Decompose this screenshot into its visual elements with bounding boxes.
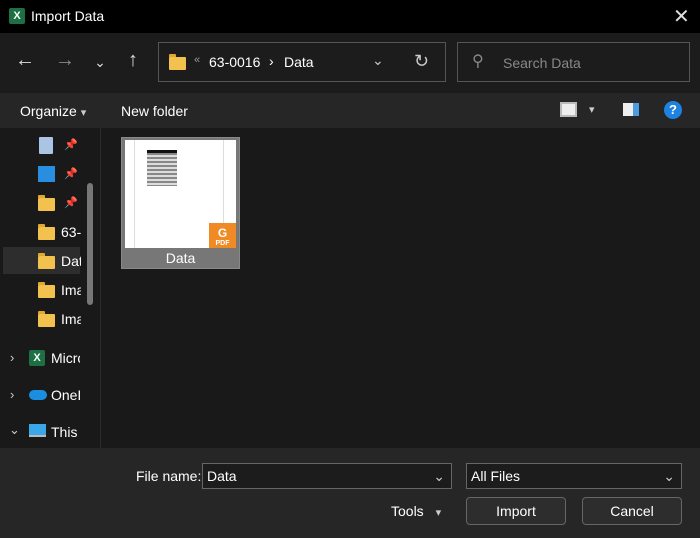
sidebar-item-label: This PC bbox=[51, 424, 80, 440]
sidebar-item-label: OneDrive bbox=[51, 387, 80, 403]
search-icon: ⚲ bbox=[472, 53, 484, 70]
excel-icon: X bbox=[9, 8, 25, 24]
file-item-data[interactable]: G PDF Data bbox=[121, 137, 240, 269]
excel-icon: X bbox=[29, 350, 45, 366]
sidebar-item-label: Microsoft Excel bbox=[51, 350, 80, 366]
preview-pane-icon[interactable] bbox=[623, 103, 639, 116]
address-bar[interactable]: « 63-0016 › Data ⌄ ↻ bbox=[158, 42, 446, 82]
new-folder-button[interactable]: New folder bbox=[121, 103, 188, 119]
chevron-down-icon[interactable]: ⌄ bbox=[433, 464, 445, 488]
recent-locations-chevron-icon[interactable]: ⌄ bbox=[86, 54, 114, 71]
organize-button[interactable]: Organize ▾ bbox=[20, 103, 86, 119]
folder-icon[interactable] bbox=[38, 195, 55, 211]
sidebar-item-images[interactable]: Images bbox=[0, 276, 81, 305]
navigation-pane: 📌 📌 📌 63-0016 Data Images Images › X Mic… bbox=[0, 128, 100, 448]
sidebar-item-label: 63-0016 bbox=[61, 224, 81, 240]
sidebar-item-data[interactable]: Data bbox=[3, 247, 81, 274]
file-name: Data bbox=[165, 250, 196, 266]
breadcrumb-separator[interactable]: › bbox=[269, 53, 274, 69]
pin-icon: 📌 bbox=[64, 139, 78, 151]
caret-down-icon: ▾ bbox=[435, 507, 442, 519]
refresh-icon[interactable]: ↻ bbox=[414, 51, 429, 72]
file-name-label: File name: bbox=[136, 468, 202, 484]
sidebar-group-this-pc[interactable]: ⌄ This PC bbox=[0, 418, 80, 446]
folder-icon bbox=[38, 311, 55, 327]
pc-icon bbox=[29, 424, 46, 437]
pin-icon: 📌 bbox=[64, 197, 78, 209]
sidebar-item-label: Images bbox=[61, 282, 81, 298]
breadcrumb-overflow[interactable]: « bbox=[194, 54, 200, 66]
file-name-value: Data bbox=[207, 468, 237, 484]
window-title: Import Data bbox=[31, 8, 105, 24]
folder-icon bbox=[38, 253, 55, 269]
sidebar-item-label: Images bbox=[61, 311, 81, 327]
close-icon[interactable]: ✕ bbox=[673, 4, 690, 29]
view-options-icon[interactable] bbox=[560, 102, 577, 117]
pdf-thumbnail: G PDF bbox=[125, 140, 236, 248]
sidebar-item-63-0016[interactable]: 63-0016 bbox=[0, 218, 81, 247]
address-dropdown-icon[interactable]: ⌄ bbox=[372, 52, 384, 69]
foxit-pdf-icon: G PDF bbox=[209, 223, 236, 248]
back-icon[interactable]: ← bbox=[11, 49, 39, 72]
sidebar-scrollbar[interactable] bbox=[87, 183, 93, 305]
chevron-right-icon[interactable]: › bbox=[10, 350, 14, 365]
folder-icon bbox=[38, 282, 55, 298]
import-button[interactable]: Import bbox=[466, 497, 566, 525]
up-icon[interactable]: ↑ bbox=[119, 49, 147, 72]
pin-icon: 📌 bbox=[64, 168, 78, 180]
sidebar-item-label: Data bbox=[61, 253, 81, 269]
navigation-bar: ← → ⌄ ↑ « 63-0016 › Data ⌄ ↻ ⚲ Search Da… bbox=[0, 33, 700, 93]
breadcrumb-parent[interactable]: 63-0016 bbox=[209, 54, 260, 70]
sidebar-item-images-2[interactable]: Images bbox=[0, 305, 81, 334]
onedrive-icon bbox=[29, 390, 47, 400]
help-icon[interactable]: ? bbox=[664, 101, 682, 119]
folder-icon bbox=[169, 54, 186, 70]
file-name-input[interactable]: Data ⌄ bbox=[202, 463, 452, 489]
footer: File name: Data ⌄ All Files ⌄ Tools ▾ Im… bbox=[0, 448, 700, 538]
folder-icon bbox=[38, 224, 55, 240]
view-dropdown-icon[interactable]: ▾ bbox=[589, 103, 595, 116]
breadcrumb-current[interactable]: Data bbox=[284, 54, 314, 70]
chevron-down-icon[interactable]: ⌄ bbox=[9, 422, 20, 438]
sidebar-group-onedrive[interactable]: › OneDrive bbox=[0, 381, 80, 409]
tools-button[interactable]: Tools ▾ bbox=[391, 503, 441, 519]
chevron-down-icon[interactable]: ⌄ bbox=[663, 464, 675, 488]
organize-label: Organize bbox=[20, 103, 77, 119]
tools-label: Tools bbox=[391, 503, 424, 519]
document-icon[interactable] bbox=[39, 137, 53, 154]
sidebar-group-excel[interactable]: › X Microsoft Excel bbox=[0, 344, 80, 372]
cancel-button[interactable]: Cancel bbox=[582, 497, 682, 525]
title-bar: X Import Data ✕ bbox=[0, 0, 700, 33]
file-type-value: All Files bbox=[471, 468, 521, 484]
pane-divider bbox=[100, 128, 101, 448]
search-placeholder: Search Data bbox=[503, 55, 581, 71]
search-input[interactable]: ⚲ Search Data bbox=[457, 42, 690, 82]
forward-icon[interactable]: → bbox=[51, 49, 79, 72]
caret-down-icon: ▾ bbox=[80, 107, 87, 119]
command-bar: Organize ▾ New folder ▾ ? bbox=[0, 93, 700, 128]
chevron-right-icon[interactable]: › bbox=[10, 387, 14, 402]
file-type-select[interactable]: All Files ⌄ bbox=[466, 463, 682, 489]
pictures-icon[interactable] bbox=[38, 166, 55, 182]
